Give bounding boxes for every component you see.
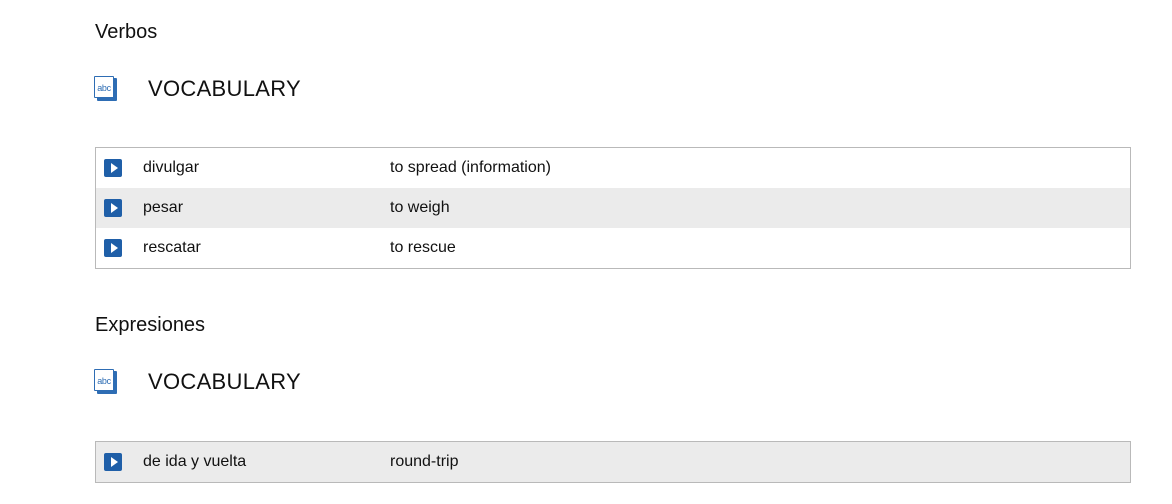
vocabulary-header: abc VOCABULARY	[94, 73, 301, 105]
section-heading-verbos: Verbos	[95, 21, 158, 43]
vocabulary-table: divulgar to spread (information) pesar t…	[95, 147, 1131, 269]
play-audio-button[interactable]	[104, 453, 122, 471]
vocabulary-title: VOCABULARY	[148, 369, 301, 394]
play-audio-button[interactable]	[104, 239, 122, 257]
vocabulary-definition: to rescue	[390, 239, 456, 256]
vocabulary-row: rescatar to rescue	[96, 228, 1130, 268]
page: Verbos abc VOCABULARY divulgar to spread…	[0, 0, 1172, 504]
vocabulary-row: divulgar to spread (information)	[96, 148, 1130, 188]
vocabulary-header: abc VOCABULARY	[94, 366, 301, 398]
vocabulary-term: de ida y vuelta	[143, 453, 247, 470]
play-audio-button[interactable]	[104, 159, 122, 177]
vocabulary-row: de ida y vuelta round-trip	[96, 442, 1130, 482]
section-heading-expresiones: Expresiones	[95, 314, 206, 336]
vocabulary-term: rescatar	[143, 239, 201, 256]
vocabulary-definition: to spread (information)	[390, 159, 551, 176]
play-icon	[110, 163, 118, 173]
vocabulary-definition: round-trip	[390, 453, 459, 470]
abc-book-icon: abc	[94, 76, 118, 102]
vocabulary-row: pesar to weigh	[96, 188, 1130, 228]
vocabulary-table: de ida y vuelta round-trip	[95, 441, 1131, 483]
abc-book-icon: abc	[94, 369, 118, 395]
play-icon	[110, 457, 118, 467]
vocabulary-term: divulgar	[143, 159, 200, 176]
play-icon	[110, 243, 118, 253]
play-icon	[110, 203, 118, 213]
vocabulary-title: VOCABULARY	[148, 76, 301, 101]
play-audio-button[interactable]	[104, 199, 122, 217]
vocabulary-term: pesar	[143, 199, 184, 216]
vocabulary-definition: to weigh	[390, 199, 450, 216]
